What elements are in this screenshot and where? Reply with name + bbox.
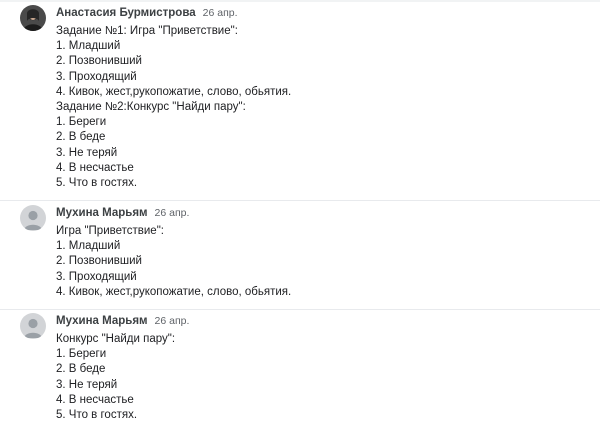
comment-content: Мухина Марьям 26 апр. Конкурс "Найди пару… xyxy=(56,313,586,423)
comment-divider xyxy=(0,309,600,310)
comment-line: Задание №2:Конкурс "Найди пару": xyxy=(56,101,246,114)
comment-line: 1. Береги xyxy=(56,348,107,361)
top-divider xyxy=(0,0,600,2)
comment-line: 3. Не теряй xyxy=(56,146,118,159)
comment-line: 1. Младший xyxy=(56,240,121,253)
comment-divider xyxy=(0,200,600,201)
comment-line: 3. Проходящий xyxy=(56,270,137,283)
author-name[interactable]: Мухина Марьям xyxy=(56,315,148,327)
comment-date: 26 апр. xyxy=(202,7,238,19)
comment-header: Мухина Марьям 26 апр. xyxy=(56,205,586,221)
author-name[interactable]: Анастасия Бурмистрова xyxy=(56,7,196,19)
comment-line: Игра "Приветствие": xyxy=(56,225,164,237)
comment-line: 2. В беде xyxy=(56,131,106,144)
user-photo-icon xyxy=(20,5,46,31)
comment-body: Задание №1: Игра "Приветствие": 1. Младш… xyxy=(56,24,586,191)
comment-line: 5. Что в гостях. xyxy=(56,177,138,190)
comment-line: 4. Кивок, жест,рукопожатие, слово, обьят… xyxy=(56,285,292,298)
comment-content: Мухина Марьям 26 апр. Игра "Приветствие":… xyxy=(56,205,586,300)
comment-header: Анастасия Бурмистрова 26 апр. xyxy=(56,5,586,21)
author-name[interactable]: Мухина Марьям xyxy=(56,207,148,219)
comment-line: 2. Позвонивший xyxy=(56,255,142,268)
avatar[interactable] xyxy=(20,5,46,31)
comment-line: Задание №1: Игра "Приветствие": xyxy=(56,25,238,37)
comment-date: 26 апр. xyxy=(154,315,190,327)
comment-line: 2. Позвонивший xyxy=(56,55,142,68)
default-avatar-icon xyxy=(20,313,46,339)
comment-line: 3. Проходящий xyxy=(56,70,137,83)
avatar[interactable] xyxy=(20,205,46,231)
comment-content: Анастасия Бурмистрова 26 апр. Задание №1:… xyxy=(56,5,586,191)
comment-line: Конкурс "Найди пару": xyxy=(56,333,176,345)
comment-body: Игра "Приветствие": 1. Младший 2. Позвон… xyxy=(56,224,586,300)
comment-body: Конкурс "Найди пару": 1. Береги 2. В бед… xyxy=(56,332,586,423)
comment-line: 4. Кивок, жест,рукопожатие, слово, обьят… xyxy=(56,85,292,98)
comment-thread: Анастасия Бурмистрова 26 апр. Задание №1:… xyxy=(0,0,600,430)
comment-date: 26 апр. xyxy=(154,207,190,219)
comment-line: 2. В беде xyxy=(56,363,106,376)
comment-line: 1. Береги xyxy=(56,116,107,129)
comment-line: 1. Младший xyxy=(56,40,121,53)
comment-line: 4. В несчастье xyxy=(56,161,134,174)
comment-line: 5. Что в гостях. xyxy=(56,409,138,422)
comment-line: 3. Не теряй xyxy=(56,378,118,391)
avatar[interactable] xyxy=(20,313,46,339)
comment-header: Мухина Марьям 26 апр. xyxy=(56,313,586,329)
comment-line: 4. В несчастье xyxy=(56,393,134,406)
default-avatar-icon xyxy=(20,205,46,231)
